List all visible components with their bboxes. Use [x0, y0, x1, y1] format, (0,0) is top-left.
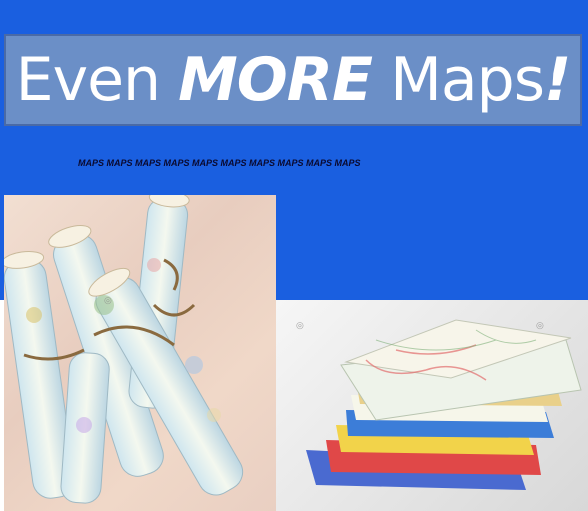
page-title: Even MORE Maps! — [16, 50, 572, 110]
rolled-maps-photo: ◎ — [4, 195, 276, 511]
title-emphasis: MORE — [178, 45, 373, 115]
title-punct: ! — [543, 45, 571, 115]
title-box: Even MORE Maps! — [4, 34, 582, 126]
watermark-icon: ◎ — [104, 295, 112, 305]
watermark-icon: ◎ — [296, 320, 304, 330]
title-prefix: Even — [15, 45, 179, 115]
folded-maps-stack-photo: ◎ ◎ — [276, 300, 588, 511]
watermark-icon: ◎ — [536, 320, 544, 330]
rolled-maps-illustration — [4, 195, 244, 504]
page: Even MORE Maps! MAPS MAPS MAPS MAPS MAPS… — [0, 0, 588, 511]
tagline: MAPS MAPS MAPS MAPS MAPS MAPS MAPS MAPS … — [78, 158, 361, 168]
folded-maps-illustration — [306, 319, 582, 490]
title-suffix: Maps — [372, 45, 545, 115]
